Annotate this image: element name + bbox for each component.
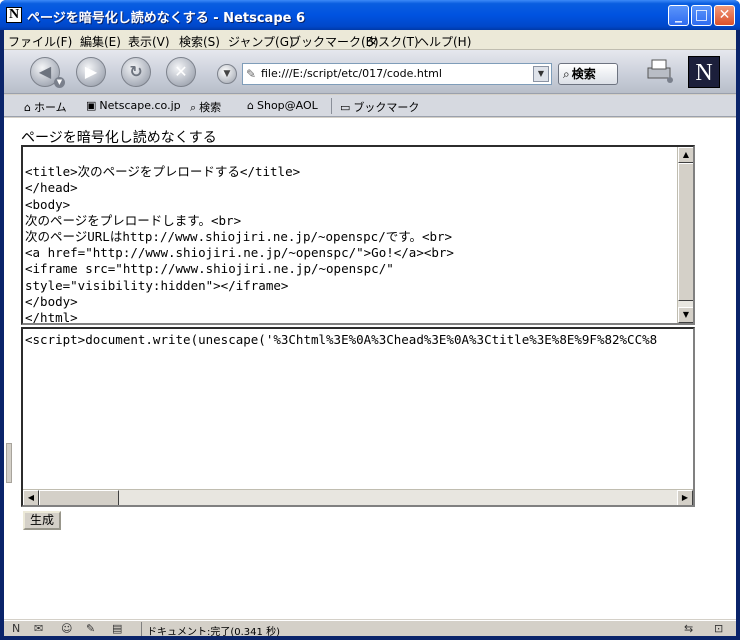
output-text: <script>document.write(unescape('%3Chtml… [25,332,658,347]
output-textarea[interactable]: <script>document.write(unescape('%3Chtml… [21,327,695,507]
forward-arrow-icon: ▶ [84,62,98,81]
menu-file[interactable]: ファイル(F) [8,33,72,50]
client-area: ファイル(F) 編集(E) 表示(V) 検索(S) ジャンプ(G) ブックマーク… [4,30,736,638]
window-title: ページを暗号化し読めなくする - Netscape 6 [27,11,306,26]
bookmark-folder[interactable]: ▭ ブックマーク [340,99,419,115]
scroll-left-button[interactable]: ◀ [23,490,39,505]
page-heading: ページを暗号化し読めなくする [21,130,217,146]
url-text: file:///E:/script/etc/017/code.html [261,67,442,80]
window-controls: _ □ ✕ [668,5,735,26]
bookmark-search-label: 検索 [199,101,222,114]
source-line: <body> [25,196,71,212]
source-line: </head> [25,180,78,196]
browser-window: N ページを暗号化し読めなくする - Netscape 6 _ □ ✕ ファイル… [0,0,740,640]
title-bar[interactable]: N ページを暗号化し読めなくする - Netscape 6 _ □ ✕ [0,0,740,30]
source-text: <title>次のページをプレロードする</title> </head> <bo… [25,148,454,325]
my-netscape-icon: ▣ [86,99,97,112]
aim-icon[interactable]: ☺ [61,622,72,635]
bookmark-netscape[interactable]: ▣ Netscape.co.jp [86,99,181,112]
bookmark-folder-label: ブックマーク [353,101,420,114]
scroll-down-button[interactable]: ▼ [678,307,693,323]
page-proxy-icon: ✎ [246,67,257,81]
back-button[interactable]: ◀ ▼ [30,57,65,88]
source-line: </body> [25,293,78,309]
personal-toolbar: ⌂ ホーム ▣ Netscape.co.jp ⌕ 検索 ⌂ Shop@AOL ▭ ブックマ… [4,95,736,117]
navigation-toolbar: ◀ ▼ ▶ ↻ ✕ ▼ ✎ file:///E:/script/etc/017/… [4,50,736,94]
minimize-icon: _ [675,7,682,23]
search-button[interactable]: ⌕ 検索 [558,63,618,85]
menu-view[interactable]: 表示(V) [128,33,170,50]
minimize-button[interactable]: _ [668,5,689,26]
bookmark-search[interactable]: ⌕ 検索 [190,99,221,115]
bookmark-shop-label: Shop@AOL [256,99,318,112]
search-button-label: 検索 [571,67,596,81]
stop-button[interactable]: ✕ [166,57,196,87]
home-icon: ⌂ [24,101,31,114]
content-right-edge [726,118,736,619]
source-line: <a href="http://www.shiojiri.ne.jp/~open… [25,245,454,261]
online-status-icon[interactable]: ⇆ [684,622,693,635]
source-line: 次のページをプレロードします。<br> [25,212,242,228]
security-lock-icon[interactable]: ⊡ [714,622,723,635]
reload-icon: ↻ [129,62,143,81]
forward-button[interactable]: ▶ [76,57,106,87]
source-textarea[interactable]: <title>次のページをプレロードする</title> </head> <bo… [21,145,695,325]
close-icon: ✕ [718,7,731,23]
sidebar-grippy[interactable] [6,443,12,483]
stop-icon: ✕ [174,62,188,81]
source-line: <title>次のページをプレロードする</title> [25,164,301,180]
bookmark-netscape-label: Netscape.co.jp [99,99,181,112]
mail-icon[interactable]: ✉ [34,622,43,635]
status-text: ドキュメント:完了(0.341 秒) [147,627,280,638]
menu-bar: ファイル(F) 編集(E) 表示(V) 検索(S) ジャンプ(G) ブックマーク… [4,30,736,50]
menu-tasks[interactable]: タスク(T) [366,33,419,50]
maximize-button[interactable]: □ [691,5,712,26]
source-line: style="visibility:hidden"></iframe> [25,277,289,293]
scroll-right-button[interactable]: ▶ [677,490,693,505]
scroll-thumb[interactable] [678,163,693,301]
toolbar-separator [331,98,332,114]
chevron-down-icon: ▼ [223,69,231,79]
bookmark-shop[interactable]: ⌂ Shop@AOL [247,99,318,112]
bookmark-home[interactable]: ⌂ ホーム [24,99,67,115]
shop-icon: ⌂ [247,99,254,112]
source-vertical-scrollbar[interactable]: ▲ ▼ [677,147,693,323]
maximize-icon: □ [694,7,709,23]
menu-go[interactable]: ジャンプ(G) [228,33,294,50]
source-line: </html> [25,310,78,325]
source-line: <iframe src="http://www.shiojiri.ne.jp/~… [25,261,394,277]
netscape-logo[interactable]: N [688,56,720,88]
menu-help[interactable]: ヘルプ(H) [417,33,471,50]
magnifier-icon: ⌕ [563,67,570,81]
scroll-up-button[interactable]: ▲ [678,147,693,163]
menu-search[interactable]: 検索(S) [179,33,220,50]
output-horizontal-scrollbar[interactable]: ◀ ▶ [23,489,693,505]
bookmark-home-label: ホーム [33,101,67,114]
url-field[interactable]: ✎ file:///E:/script/etc/017/code.html ▼ [242,63,552,85]
url-history-button[interactable]: ▼ [217,64,237,84]
menu-edit[interactable]: 編集(E) [80,33,121,50]
navigator-icon[interactable]: N [12,622,20,635]
source-line: 次のページURLはhttp://www.shiojiri.ne.jp/~open… [25,229,453,245]
composer-icon[interactable]: ✎ [86,622,95,635]
sidebar-edge [4,118,14,619]
generate-button[interactable]: 生成 [23,511,61,530]
url-dropdown-button[interactable]: ▼ [533,66,549,82]
folder-icon: ▭ [340,101,351,114]
scroll-thumb[interactable] [39,490,119,505]
search-icon: ⌕ [190,101,197,114]
back-history-dropdown-icon[interactable]: ▼ [54,77,65,88]
netscape-app-icon: N [6,7,22,23]
printer-icon[interactable] [644,58,674,84]
status-bar: N ✉ ☺ ✎ ▤ ドキュメント:完了(0.341 秒) ⇆ ⊡ [4,620,736,638]
address-book-icon[interactable]: ▤ [112,622,122,635]
reload-button[interactable]: ↻ [121,57,151,87]
status-divider [141,622,142,636]
close-button[interactable]: ✕ [714,5,735,26]
